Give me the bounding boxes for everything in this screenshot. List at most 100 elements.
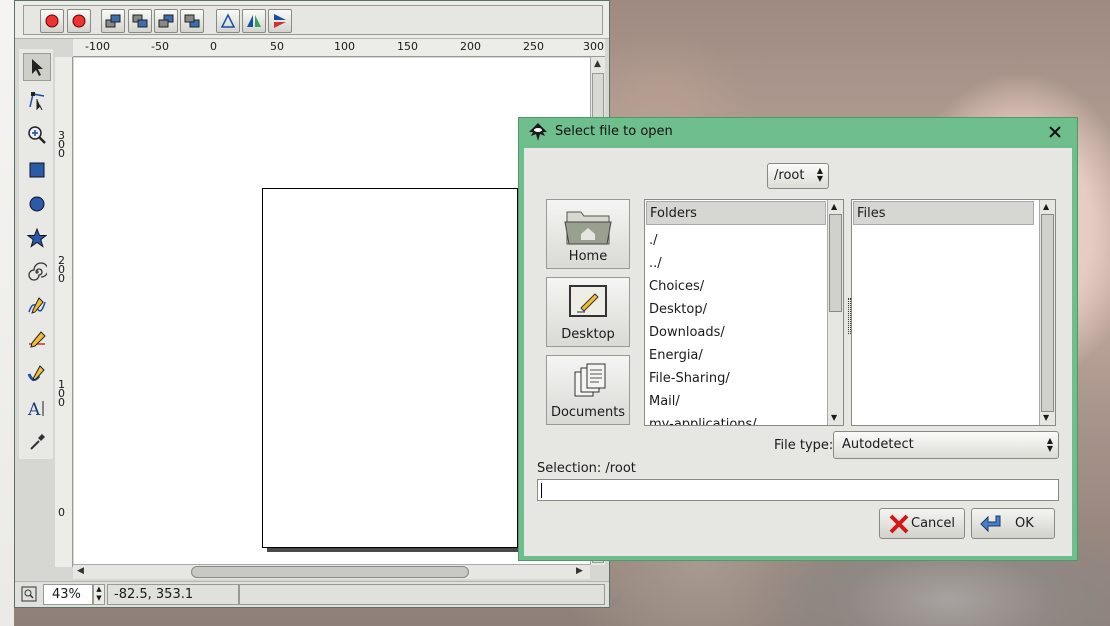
status-message <box>239 584 605 605</box>
file-type-label: File type: <box>774 438 834 453</box>
ruler-label: 300 <box>583 40 604 53</box>
folders-list[interactable]: Folders ./ ../ Choices/ Desktop/ Downloa… <box>644 199 844 426</box>
horizontal-scroll-thumb[interactable] <box>191 566 469 578</box>
directory-selector[interactable]: /root ▲ ▼ <box>767 163 829 189</box>
raise-button[interactable] <box>128 9 152 33</box>
zoom-fit-icon[interactable] <box>21 586 37 602</box>
calligraphy-tool[interactable] <box>23 360 51 388</box>
raise-to-top-button[interactable] <box>101 9 125 33</box>
scroll-up-icon[interactable]: ▲ <box>1043 202 1049 211</box>
text-icon: A <box>27 400 44 418</box>
list-item[interactable]: Downloads/ <box>649 325 725 340</box>
drawing-canvas[interactable] <box>74 58 590 564</box>
lower-to-bottom-button[interactable] <box>180 9 204 33</box>
files-list[interactable]: Files ▲ ▼ <box>851 199 1056 426</box>
file-type-value: Autodetect <box>842 437 914 452</box>
files-scrollbar[interactable]: ▲ ▼ <box>1039 200 1055 425</box>
pencil-tool[interactable] <box>23 292 51 320</box>
text-tool[interactable]: A <box>23 394 51 422</box>
star-tool[interactable] <box>23 224 51 252</box>
close-icon[interactable] <box>1047 124 1063 140</box>
calligraphy-icon <box>27 365 45 381</box>
snap-nodes-button[interactable] <box>40 9 64 33</box>
folders-column-header[interactable]: Folders <box>646 201 826 225</box>
node-editor-icon <box>29 92 45 110</box>
ok-label: OK <box>1015 516 1034 531</box>
folders-scroll-thumb[interactable] <box>829 214 842 312</box>
cancel-label: Cancel <box>911 516 956 531</box>
text-caret <box>541 483 542 498</box>
home-folder-icon <box>564 211 612 245</box>
list-item[interactable]: Energia/ <box>649 348 703 363</box>
list-item[interactable]: Desktop/ <box>649 302 707 317</box>
horizontal-ruler: -100 -50 0 50 100 150 200 250 300 <box>73 39 605 57</box>
svg-text:A: A <box>27 400 41 418</box>
status-bar: 43% ▲ ▼ -82.5, 353.1 <box>15 581 609 607</box>
place-label: Home <box>568 249 608 264</box>
place-label: Documents <box>550 405 626 420</box>
scroll-down-icon[interactable]: ▼ <box>831 413 837 422</box>
scroll-right-icon[interactable]: ▶ <box>576 566 583 576</box>
scroll-up-icon[interactable]: ▲ <box>831 202 837 211</box>
lower-to-bottom-icon <box>184 14 200 28</box>
enter-arrow-icon <box>980 515 1001 533</box>
folders-scrollbar[interactable]: ▲ ▼ <box>827 200 843 425</box>
pen-tool[interactable] <box>23 326 51 354</box>
lower-button[interactable] <box>154 9 178 33</box>
snap-bbox-button[interactable] <box>67 9 91 33</box>
selector-tool[interactable] <box>23 53 51 81</box>
cancel-button[interactable]: Cancel <box>879 508 965 539</box>
selection-label: Selection: /root <box>537 461 636 476</box>
cancel-icon <box>889 514 909 534</box>
pencil-icon <box>28 297 46 314</box>
spiral-icon <box>28 262 47 281</box>
flip-vertical-button[interactable] <box>268 9 292 33</box>
pen-icon <box>29 331 46 348</box>
file-type-select[interactable]: Autodetect ▲ ▼ <box>833 431 1059 459</box>
updown-arrow-icon: ▲ ▼ <box>816 166 823 183</box>
files-column-header[interactable]: Files <box>853 201 1034 225</box>
ruler-label: -100 <box>85 40 110 53</box>
dialog-titlebar[interactable]: Select file to open <box>519 118 1077 146</box>
zoom-spinner[interactable]: ▲ ▼ <box>93 584 105 605</box>
horizontal-scrollbar[interactable]: ◀ ▶ <box>73 564 590 579</box>
list-item[interactable]: my-applications/ <box>649 417 757 425</box>
node-tool[interactable] <box>23 86 51 114</box>
lower-icon <box>158 14 174 28</box>
files-scroll-thumb[interactable] <box>1041 214 1054 412</box>
scroll-left-icon[interactable]: ◀ <box>77 566 84 576</box>
list-item[interactable]: ../ <box>649 256 662 271</box>
flip-horizontal-button[interactable] <box>242 9 266 33</box>
circle-icon <box>29 196 45 212</box>
rotate-button[interactable] <box>216 9 240 33</box>
directory-label: /root <box>774 168 805 183</box>
list-item[interactable]: File-Sharing/ <box>649 371 730 386</box>
documents-icon <box>574 363 606 397</box>
vertical-ruler: 300 200 100 0 <box>55 57 73 567</box>
list-item[interactable]: Choices/ <box>649 279 704 294</box>
place-desktop-button[interactable]: Desktop <box>546 277 630 347</box>
zoom-field[interactable]: 43% <box>43 584 93 605</box>
document-page[interactable] <box>262 188 518 548</box>
open-file-dialog: Select file to open /root ▲ ▼ Home Deskto… <box>518 117 1078 561</box>
spiral-tool[interactable] <box>23 258 51 286</box>
scroll-down-icon[interactable]: ▼ <box>1043 413 1049 422</box>
resize-grip-icon[interactable] <box>605 593 621 607</box>
zoom-tool[interactable] <box>23 121 51 149</box>
rectangle-tool[interactable] <box>23 156 51 184</box>
place-documents-button[interactable]: Documents <box>546 355 630 425</box>
raise-icon <box>132 14 148 28</box>
list-item[interactable]: ./ <box>649 233 658 248</box>
command-toolbar <box>15 1 609 39</box>
selection-input[interactable] <box>537 479 1059 501</box>
place-home-button[interactable]: Home <box>546 199 630 269</box>
list-item[interactable]: Mail/ <box>649 394 680 409</box>
dropper-tool[interactable] <box>23 428 51 456</box>
ellipse-tool[interactable] <box>23 190 51 218</box>
place-label: Desktop <box>561 327 615 342</box>
cursor-coordinates: -82.5, 353.1 <box>107 584 239 605</box>
ruler-label: 50 <box>270 40 284 53</box>
ok-button[interactable]: OK <box>971 508 1055 539</box>
scroll-up-icon[interactable]: ▲ <box>594 59 601 69</box>
ruler-label: 250 <box>523 40 544 53</box>
